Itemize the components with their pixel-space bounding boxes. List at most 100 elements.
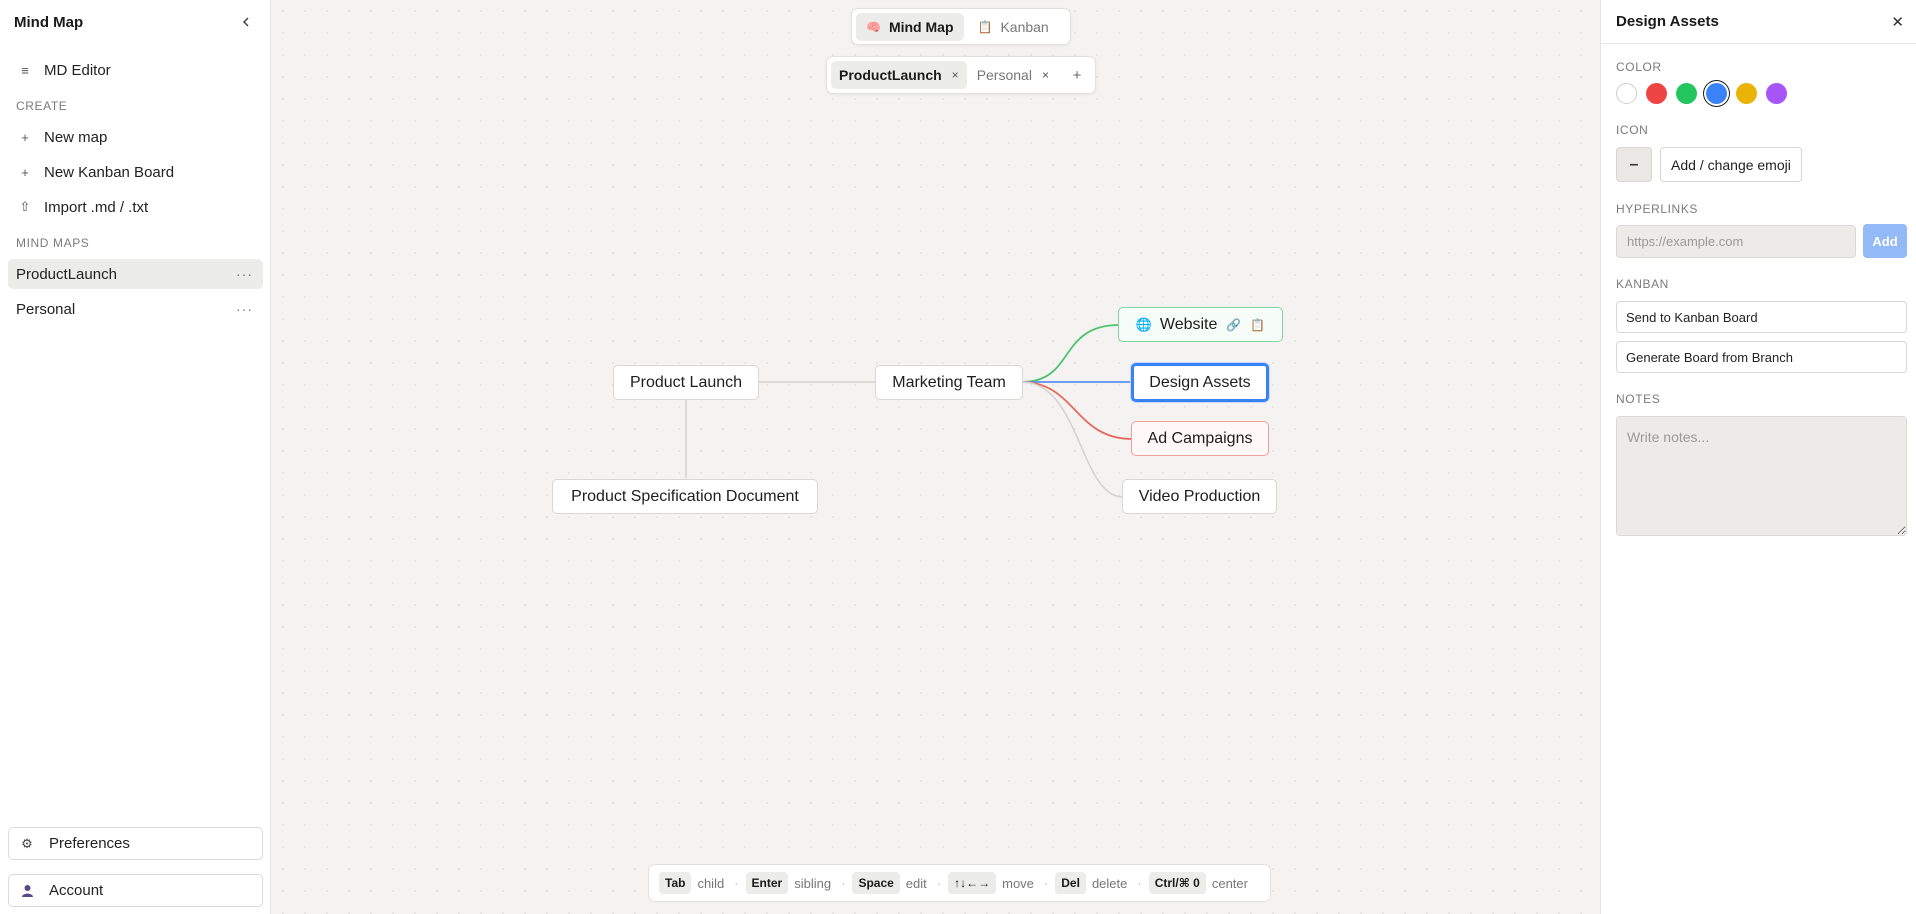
- shortcut-label: edit: [905, 875, 927, 891]
- hyperlinks-label: HYPERLINKS: [1616, 202, 1699, 216]
- close-tab-icon[interactable]: ×: [1042, 68, 1049, 82]
- shortcut-key: Enter: [745, 872, 789, 894]
- sidebar-item-label: Import .md / .txt: [44, 198, 149, 216]
- mind-map-canvas[interactable]: [272, 0, 1600, 914]
- section-mind-maps: MIND MAPS: [16, 236, 90, 250]
- color-label: COLOR: [1616, 60, 1662, 74]
- sidebar-item-import[interactable]: ⇧ Import .md / .txt: [8, 192, 263, 222]
- notes-label: NOTES: [1616, 392, 1661, 406]
- map-name: ProductLaunch: [16, 265, 117, 283]
- separator: ·: [841, 875, 846, 891]
- tab-personal[interactable]: Personal ×: [969, 61, 1057, 89]
- chevron-left-icon: [242, 17, 249, 27]
- hyperlink-input[interactable]: [1616, 225, 1856, 258]
- color-swatch-blue[interactable]: [1706, 83, 1727, 104]
- generate-board-button[interactable]: Generate Board from Branch: [1616, 341, 1907, 373]
- separator: ·: [734, 875, 739, 891]
- more-options-icon[interactable]: ···: [236, 266, 253, 282]
- shortcut-key: Del: [1055, 872, 1086, 894]
- node-label: Website: [1159, 315, 1218, 333]
- color-swatch-purple[interactable]: [1766, 83, 1787, 104]
- section-create: CREATE: [16, 99, 68, 113]
- preferences-label: Preferences: [49, 835, 130, 852]
- separator: ·: [936, 875, 942, 891]
- close-panel-icon[interactable]: ✕: [1891, 13, 1904, 31]
- gear-icon: ⚙: [21, 835, 33, 851]
- shortcut-key: Tab: [659, 872, 692, 894]
- shortcut-label: center: [1211, 875, 1248, 891]
- shortcut-label: sibling: [794, 875, 832, 891]
- node-design-assets[interactable]: Design Assets: [1131, 363, 1269, 402]
- preferences-button[interactable]: ⚙ Preferences: [8, 827, 263, 860]
- clipboard-icon: 📋: [977, 19, 993, 34]
- view-toggle: 🧠 Mind Map 📋 Kanban: [851, 8, 1071, 45]
- collapse-sidebar-button[interactable]: [236, 12, 256, 32]
- brain-icon: 🧠: [866, 19, 881, 34]
- node-marketing-team[interactable]: Marketing Team: [875, 365, 1023, 400]
- node-ad-campaigns[interactable]: Ad Campaigns: [1131, 421, 1269, 456]
- tab-label: ProductLaunch: [839, 67, 942, 83]
- node-product-launch[interactable]: Product Launch: [613, 365, 759, 400]
- map-tabs: ProductLaunch × Personal × +: [826, 56, 1096, 94]
- icon-label: ICON: [1616, 123, 1649, 137]
- sidebar-item-new-map[interactable]: + New map: [8, 122, 263, 152]
- color-swatch-white[interactable]: [1616, 83, 1637, 104]
- sidebar-map-personal[interactable]: Personal ···: [8, 294, 263, 324]
- sidebar-item-label: New map: [44, 128, 108, 146]
- node-properties-panel: Design Assets ✕ COLOR ICON – Add / chang…: [1600, 0, 1916, 914]
- kanban-label: KANBAN: [1616, 277, 1669, 291]
- kanban-card-icon[interactable]: 📋: [1250, 318, 1265, 332]
- separator: ·: [1043, 875, 1049, 891]
- send-to-kanban-button[interactable]: Send to Kanban Board: [1616, 301, 1907, 333]
- sidebar-map-productlaunch[interactable]: ProductLaunch ···: [8, 259, 263, 289]
- globe-icon: 🌐: [1135, 316, 1152, 332]
- close-tab-icon[interactable]: ×: [952, 68, 959, 82]
- plus-icon: +: [21, 164, 29, 180]
- shortcut-label: move: [1002, 875, 1034, 891]
- clear-icon-button[interactable]: –: [1616, 147, 1652, 182]
- shortcut-label: delete: [1091, 875, 1128, 891]
- color-swatch-green[interactable]: [1676, 83, 1697, 104]
- add-tab-button[interactable]: +: [1065, 63, 1089, 87]
- tab-productlaunch[interactable]: ProductLaunch ×: [831, 61, 967, 89]
- more-options-icon[interactable]: ···: [236, 301, 253, 317]
- add-emoji-button[interactable]: Add / change emoji: [1660, 147, 1802, 182]
- sidebar: Mind Map ≡ MD Editor CREATE + New map + …: [0, 0, 271, 914]
- notes-textarea[interactable]: [1616, 416, 1907, 536]
- shortcut-key: Ctrl/⌘ 0: [1148, 872, 1206, 894]
- sidebar-item-label: MD Editor: [44, 61, 111, 79]
- node-product-specification[interactable]: Product Specification Document: [552, 479, 818, 514]
- color-swatch-red[interactable]: [1646, 83, 1667, 104]
- tab-label: Personal: [976, 67, 1032, 83]
- mind-map-label: Mind Map: [888, 18, 954, 35]
- account-label: Account: [49, 882, 104, 899]
- account-button[interactable]: Account: [8, 874, 263, 907]
- shortcut-key: ↑↓←→: [948, 872, 997, 894]
- icon-controls: – Add / change emoji: [1616, 147, 1802, 182]
- color-swatch-yellow[interactable]: [1736, 83, 1757, 104]
- plus-icon: +: [21, 129, 29, 145]
- kanban-label: Kanban: [1000, 18, 1049, 35]
- shortcut-key: Space: [852, 872, 900, 894]
- shortcut-label: child: [697, 875, 725, 891]
- node-website[interactable]: 🌐 Website 🔗 📋: [1118, 307, 1283, 342]
- sidebar-header: Mind Map: [14, 12, 256, 32]
- mind-map-view-button[interactable]: 🧠 Mind Map: [856, 12, 964, 41]
- panel-title: Design Assets: [1616, 13, 1719, 30]
- separator: ·: [1137, 875, 1142, 891]
- menu-lines-icon: ≡: [21, 62, 29, 78]
- sidebar-item-label: New Kanban Board: [44, 163, 175, 181]
- node-video-production[interactable]: Video Production: [1122, 479, 1277, 514]
- sidebar-title: Mind Map: [14, 13, 84, 31]
- color-swatches: [1616, 83, 1787, 104]
- upload-icon: ⇧: [19, 199, 31, 214]
- add-hyperlink-button[interactable]: Add: [1863, 224, 1907, 258]
- map-name: Personal: [16, 300, 76, 318]
- sidebar-item-new-kanban[interactable]: + New Kanban Board: [8, 157, 263, 187]
- kanban-view-button[interactable]: 📋 Kanban: [968, 13, 1059, 41]
- link-icon[interactable]: 🔗: [1226, 318, 1241, 332]
- user-icon: [19, 884, 35, 897]
- sidebar-item-md-editor[interactable]: ≡ MD Editor: [8, 55, 263, 85]
- panel-header: Design Assets ✕: [1601, 0, 1916, 44]
- keyboard-shortcuts-bar: Tab child · Enter sibling · Space edit ·…: [648, 864, 1271, 902]
